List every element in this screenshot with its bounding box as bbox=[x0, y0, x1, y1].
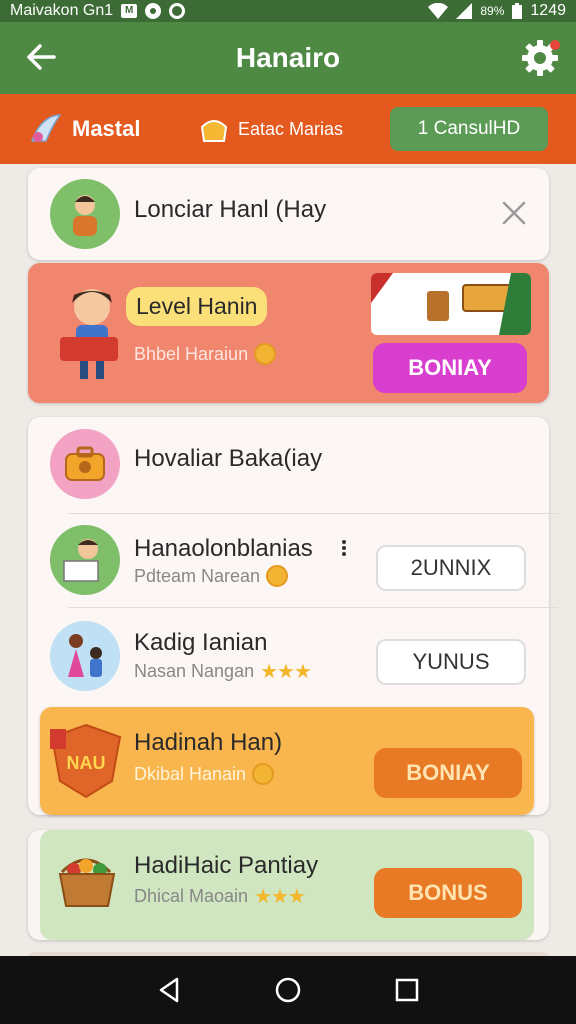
bag-icon bbox=[200, 120, 228, 142]
boy-with-box-icon bbox=[63, 539, 99, 582]
boy-with-box-icon bbox=[60, 289, 118, 379]
clock: 1249 bbox=[530, 2, 566, 19]
boy-icon bbox=[73, 195, 97, 236]
system-nav-bar bbox=[0, 956, 576, 1024]
settings-button[interactable] bbox=[520, 38, 560, 78]
featured-card[interactable]: Level Hanin Bhbel Haraiun BONIAY bbox=[28, 263, 549, 403]
battery-percent: 89% bbox=[480, 4, 505, 18]
wing-icon bbox=[30, 114, 62, 142]
carrier-label: Maivakon Gn1 bbox=[10, 2, 114, 19]
bonus-button[interactable]: 2UNNIX bbox=[376, 545, 526, 591]
list-item[interactable]: NAU Hadinah Han) Dkibal Hanain BONIAY bbox=[40, 707, 534, 815]
notification-icon bbox=[145, 3, 162, 19]
list-card: HadiHaic Pantiay Dhical Maoain ★★★ BONUS bbox=[28, 830, 549, 940]
item-name: Kadig Ianian bbox=[134, 629, 268, 656]
bonus-button[interactable]: BONUS bbox=[374, 868, 522, 918]
treasure-icon bbox=[371, 273, 531, 335]
item-subtitle-text: Bhbel Haraiun bbox=[134, 343, 249, 364]
divider bbox=[68, 513, 558, 514]
status-bar: Maivakon Gn1 M 89% 1249 bbox=[0, 0, 576, 22]
reward-image bbox=[371, 273, 531, 335]
item-subtitle-text: Dhical Maoain bbox=[134, 886, 249, 906]
tab-bar: Mastal Eatac Marias 1 CansulHD bbox=[0, 94, 576, 164]
list-item[interactable]: Hanaolonblanias Pdteam Narean 2UNNIX bbox=[28, 517, 549, 609]
tab-consult[interactable]: 1 CansulHD bbox=[390, 107, 548, 151]
coin-icon bbox=[254, 343, 277, 365]
tab-eatac-marias-label: Eatac Marias bbox=[238, 118, 344, 139]
bonus-button[interactable]: YUNUS bbox=[376, 639, 526, 685]
item-name: Hadinah Han) bbox=[134, 729, 283, 756]
item-subtitle-text: Dkibal Hanain bbox=[134, 763, 247, 784]
message-icon: M bbox=[121, 4, 138, 18]
app-bar: Hanairo bbox=[0, 22, 576, 94]
item-subtitle: Pdteam Narean bbox=[134, 565, 289, 587]
tab-mastal-label: Mastal bbox=[72, 116, 141, 141]
badge-icon: NAU bbox=[50, 723, 122, 799]
item-subtitle: Nasan Nangan ★★★ bbox=[134, 659, 312, 684]
item-name: Hovaliar Baka(iay bbox=[134, 445, 323, 472]
list-item[interactable]: HadiHaic Pantiay Dhical Maoain ★★★ BONUS bbox=[40, 830, 534, 940]
item-name: Hanaolonblanias bbox=[134, 535, 313, 562]
notification-dot bbox=[550, 40, 560, 50]
battery-icon bbox=[512, 3, 523, 19]
toolbox-icon bbox=[65, 446, 105, 481]
item-subtitle-text: Pdteam Narean bbox=[134, 565, 261, 586]
badge-text: NAU bbox=[67, 753, 106, 773]
divider bbox=[68, 607, 558, 608]
bonus-button[interactable]: BONIAY bbox=[373, 343, 527, 393]
stars-icon: ★★★ bbox=[260, 661, 312, 683]
item-subtitle: Dhical Maoain ★★★ bbox=[134, 884, 306, 909]
signal-icon bbox=[456, 3, 473, 19]
basket-icon bbox=[58, 858, 116, 907]
nav-home-icon[interactable] bbox=[274, 976, 302, 1004]
check-coin-icon bbox=[266, 565, 289, 587]
nav-back-icon[interactable] bbox=[155, 976, 183, 1004]
more-vert-icon[interactable] bbox=[340, 539, 348, 557]
coin-icon bbox=[252, 763, 275, 785]
list-card[interactable]: Lonciar Hanl (Hay bbox=[28, 168, 549, 260]
item-name: Lonciar Hanl (Hay bbox=[134, 196, 327, 223]
tab-eatac-marias[interactable]: Eatac Marias bbox=[198, 113, 388, 145]
tab-mastal[interactable]: Mastal bbox=[28, 111, 198, 147]
nav-recents-icon[interactable] bbox=[393, 976, 421, 1004]
family-icon bbox=[68, 634, 102, 677]
bonus-button[interactable]: BONIAY bbox=[374, 748, 522, 798]
stars-icon: ★★★ bbox=[254, 886, 306, 908]
avatar bbox=[50, 179, 120, 249]
item-subtitle: Dkibal Hanain bbox=[134, 763, 275, 785]
item-subtitle-text: Nasan Nangan bbox=[134, 661, 255, 681]
item-name: HadiHaic Pantiay bbox=[134, 852, 319, 879]
sync-icon bbox=[169, 3, 186, 19]
avatar bbox=[50, 525, 120, 595]
close-icon[interactable] bbox=[501, 200, 527, 226]
item-name: Level Hanin bbox=[126, 287, 268, 326]
back-arrow-icon[interactable] bbox=[24, 40, 58, 74]
avatar bbox=[50, 429, 120, 499]
item-subtitle: Bhbel Haraiun bbox=[134, 343, 277, 365]
wifi-icon bbox=[428, 3, 449, 19]
list-item[interactable]: Kadig Ianian Nasan Nangan ★★★ YUNUS bbox=[28, 613, 549, 705]
avatar bbox=[50, 621, 120, 691]
page-title: Hanairo bbox=[235, 42, 341, 73]
